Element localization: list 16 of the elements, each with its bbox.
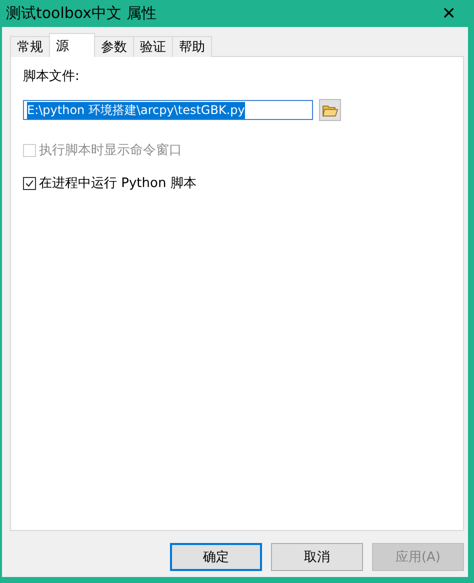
- checkbox-label: 在进程中运行 Python 脚本: [39, 175, 196, 192]
- window-title: 测试toolbox中文 属性: [6, 4, 156, 23]
- dialog-button[interactable]: 取消: [271, 543, 363, 571]
- tab[interactable]: 参数: [94, 36, 134, 57]
- checkbox[interactable]: [23, 176, 36, 190]
- field-label: 脚本文件:: [23, 68, 80, 85]
- tab[interactable]: 常规: [10, 36, 50, 57]
- browse-button[interactable]: [319, 99, 341, 121]
- dialog-button[interactable]: 确定: [170, 543, 262, 571]
- tab[interactable]: 验证: [133, 36, 173, 57]
- tab[interactable]: 帮助: [172, 36, 212, 57]
- tab[interactable]: 源: [49, 33, 95, 57]
- close-button[interactable]: ✕: [434, 4, 464, 24]
- path-field[interactable]: E:\python 环境搭建\arcpy\testGBK.py: [23, 100, 313, 120]
- checkbox-label: 执行脚本时显示命令窗口: [39, 142, 182, 159]
- folder-icon: [322, 103, 338, 117]
